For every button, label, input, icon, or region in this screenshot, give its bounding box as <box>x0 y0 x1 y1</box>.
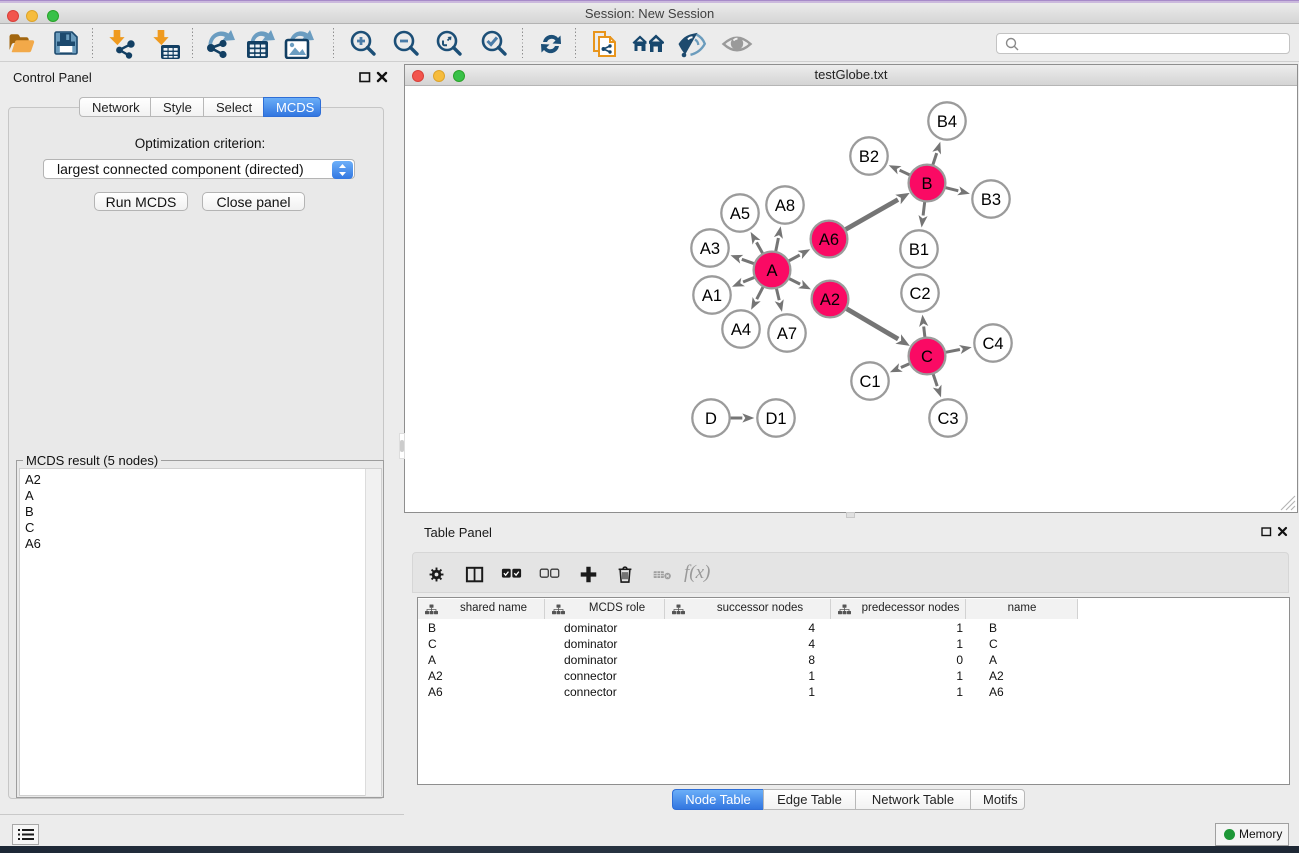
svg-text:B3: B3 <box>981 191 1001 209</box>
svg-text:B4: B4 <box>937 113 957 131</box>
svg-text:D1: D1 <box>765 410 786 428</box>
svg-text:C2: C2 <box>909 285 930 303</box>
svg-text:B1: B1 <box>909 241 929 259</box>
svg-text:A4: A4 <box>731 321 751 339</box>
svg-text:A3: A3 <box>700 240 720 258</box>
svg-text:A2: A2 <box>820 291 840 309</box>
svg-text:C1: C1 <box>859 373 880 391</box>
svg-text:B: B <box>921 175 932 193</box>
svg-text:A5: A5 <box>730 205 750 223</box>
svg-text:B2: B2 <box>859 148 879 166</box>
svg-text:C: C <box>921 348 933 366</box>
svg-text:A1: A1 <box>702 287 722 305</box>
svg-text:C3: C3 <box>937 410 958 428</box>
svg-text:C4: C4 <box>982 335 1003 353</box>
svg-text:A: A <box>766 262 777 280</box>
svg-text:A7: A7 <box>777 325 797 343</box>
svg-text:D: D <box>705 410 717 428</box>
svg-text:A6: A6 <box>819 231 839 249</box>
svg-text:A8: A8 <box>775 197 795 215</box>
